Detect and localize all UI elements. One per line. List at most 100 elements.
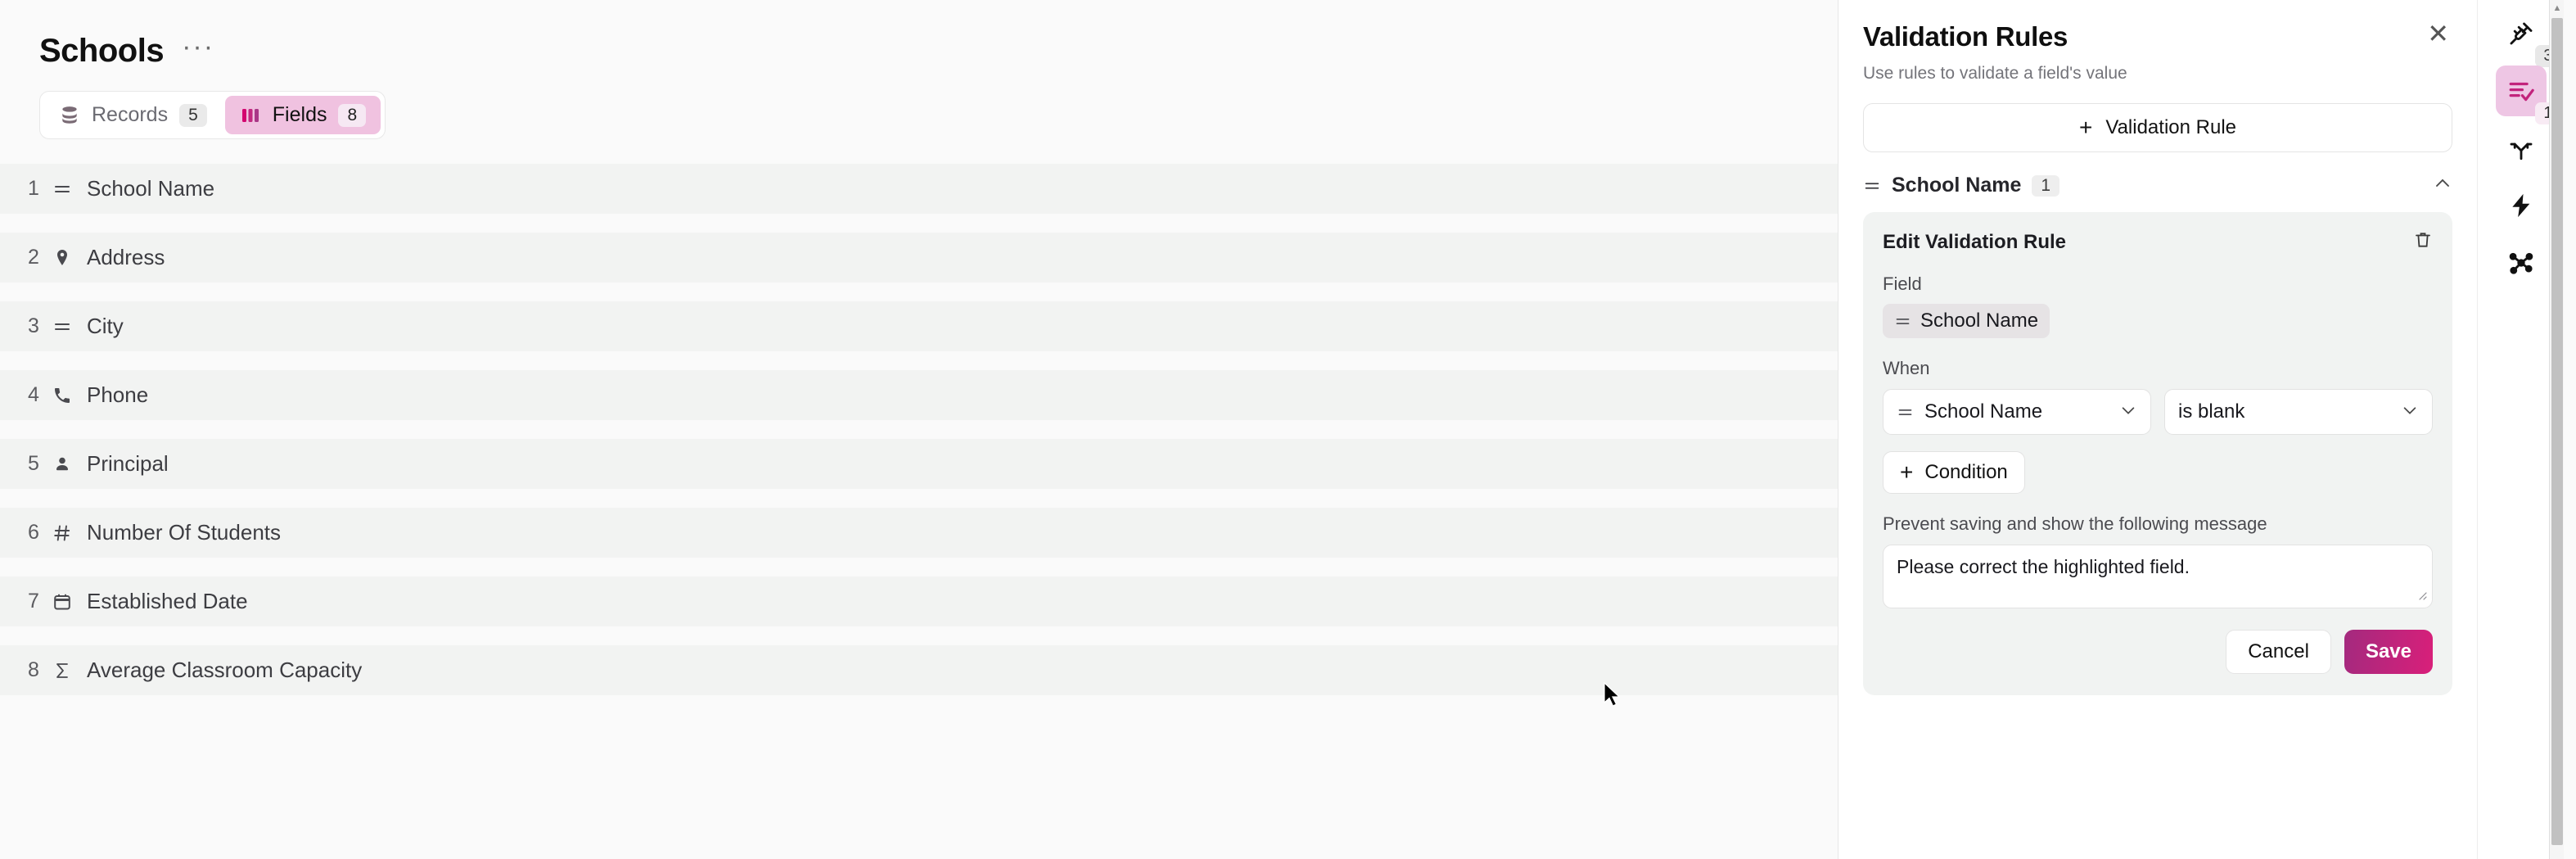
add-validation-rule-button[interactable]: + Validation Rule <box>1863 103 2452 152</box>
rail-item-validation-rules[interactable]: 1 <box>2495 66 2561 124</box>
rule-card-title: Edit Validation Rule <box>1883 230 2067 253</box>
field-index: 6 <box>28 521 39 544</box>
rule-group-left: School Name 1 <box>1863 174 2060 197</box>
plus-icon: + <box>2078 115 2093 140</box>
tab-records[interactable]: Records 5 <box>44 96 222 134</box>
main-content: Schools ··· Records 5 Fields 8 1 School … <box>0 0 1838 859</box>
lightning-icon <box>2507 192 2535 219</box>
table-row[interactable]: 7 Established Date <box>0 576 1838 626</box>
rule-group-header[interactable]: School Name 1 <box>1863 174 2452 201</box>
panel-title: Validation Rules <box>1863 21 2068 52</box>
tab-records-count: 5 <box>179 103 207 127</box>
rail-item-branch[interactable] <box>2496 123 2547 174</box>
scrollbar-thumb[interactable] <box>2551 18 2563 845</box>
field-list: 1 School Name 2 Address 3 City 4 Phone 5… <box>0 164 1838 695</box>
table-row[interactable]: 5 Principal <box>0 439 1838 489</box>
add-validation-rule-label: Validation Rule <box>2105 116 2236 138</box>
table-row[interactable]: 4 Phone <box>0 370 1838 420</box>
field-name: Average Classroom Capacity <box>87 658 363 682</box>
save-button[interactable]: Save <box>2344 630 2433 674</box>
table-row[interactable]: 6 Number Of Students <box>0 508 1838 558</box>
page-title: Schools <box>39 33 165 69</box>
when-label: When <box>1883 358 1930 378</box>
app-root: Schools ··· Records 5 Fields 8 1 School … <box>0 0 2576 859</box>
view-tabs: Records 5 Fields 8 <box>39 91 386 139</box>
hub-icon <box>2507 249 2535 277</box>
when-operator-value: is blank <box>2178 400 2245 423</box>
rule-actions: Cancel Save <box>1883 630 2433 674</box>
main-header: Schools ··· Records 5 Fields 8 <box>0 0 1838 139</box>
text-field-icon <box>52 317 87 337</box>
field-name: Phone <box>87 382 149 407</box>
tab-fields-label: Fields <box>272 103 327 126</box>
close-icon[interactable]: ✕ <box>2424 20 2452 47</box>
field-index: 4 <box>28 383 39 406</box>
when-operator-select[interactable]: is blank <box>2164 389 2433 435</box>
text-field-icon <box>1863 177 1881 195</box>
when-row: School Name is blank <box>1883 389 2433 435</box>
rule-group-name: School Name <box>1892 174 2022 197</box>
when-field-select[interactable]: School Name <box>1883 389 2151 435</box>
table-row[interactable]: 3 City <box>0 301 1838 351</box>
calendar-icon <box>52 592 87 612</box>
field-chip[interactable]: School Name <box>1883 304 2050 338</box>
field-label: Field <box>1883 274 1922 294</box>
add-condition-label: Condition <box>1924 461 2008 483</box>
table-row[interactable]: 8 Average Classroom Capacity <box>0 645 1838 695</box>
map-pin-icon <box>52 248 87 268</box>
message-wrapper: Please correct the highlighted field. <box>1883 545 2433 608</box>
columns-icon <box>240 106 261 125</box>
tab-records-label: Records <box>92 103 169 126</box>
tab-fields-count: 8 <box>338 103 367 127</box>
field-index: 8 <box>28 658 39 681</box>
field-name: Address <box>87 245 165 269</box>
hash-icon <box>52 523 87 543</box>
table-row[interactable]: 1 School Name <box>0 164 1838 214</box>
rail-item-hub[interactable] <box>2496 237 2547 288</box>
title-row: Schools ··· <box>39 33 1838 70</box>
field-index: 1 <box>28 177 39 200</box>
plus-icon: + <box>1900 459 1914 485</box>
more-options-button[interactable]: ··· <box>182 33 214 62</box>
trash-icon[interactable] <box>2413 230 2433 254</box>
field-name: City <box>87 314 124 338</box>
sigma-icon <box>52 661 87 680</box>
chevron-down-icon <box>2401 401 2419 423</box>
text-field-icon <box>1894 313 1911 330</box>
chevron-up-icon[interactable] <box>2433 174 2452 197</box>
panel-header: Validation Rules ✕ Use rules to validate… <box>1838 0 2477 84</box>
phone-icon <box>52 386 87 405</box>
field-index: 2 <box>28 246 39 269</box>
right-rail: 3 1 ▲ <box>2477 0 2564 859</box>
message-label: Prevent saving and show the following me… <box>1883 513 2267 534</box>
chevron-down-icon <box>2119 401 2137 423</box>
rail-item-lightning[interactable] <box>2496 180 2547 231</box>
validation-rules-panel: Validation Rules ✕ Use rules to validate… <box>1838 0 2477 859</box>
plug-icon <box>2507 20 2535 47</box>
rule-card-header: Edit Validation Rule <box>1883 230 2433 254</box>
panel-subtitle: Use rules to validate a field's value <box>1863 64 2127 83</box>
tab-fields[interactable]: Fields 8 <box>224 96 381 134</box>
database-icon <box>59 105 80 126</box>
field-chip-label: School Name <box>1920 310 2039 332</box>
field-name: Established Date <box>87 589 248 613</box>
user-icon <box>52 454 87 474</box>
cancel-button[interactable]: Cancel <box>2226 630 2331 674</box>
edit-validation-rule-card: Edit Validation Rule Field School Name W… <box>1863 212 2452 695</box>
panel-title-row: Validation Rules ✕ <box>1863 20 2452 52</box>
when-field-value: School Name <box>1924 400 2043 423</box>
rail-item-plug[interactable]: 3 <box>2496 8 2561 67</box>
add-condition-button[interactable]: + Condition <box>1883 451 2025 494</box>
validation-rules-icon <box>2507 77 2535 105</box>
table-row[interactable]: 2 Address <box>0 233 1838 283</box>
field-name: Principal <box>87 451 169 476</box>
field-index: 5 <box>28 452 39 475</box>
scroll-up-arrow-icon[interactable]: ▲ <box>2550 0 2565 16</box>
text-field-icon <box>1897 404 1914 421</box>
field-name: School Name <box>87 176 215 201</box>
branch-icon <box>2507 134 2535 162</box>
vertical-scrollbar[interactable]: ▲ <box>2549 0 2564 859</box>
message-input[interactable]: Please correct the highlighted field. <box>1883 545 2433 608</box>
field-name: Number Of Students <box>87 520 281 545</box>
text-field-icon <box>52 179 87 199</box>
